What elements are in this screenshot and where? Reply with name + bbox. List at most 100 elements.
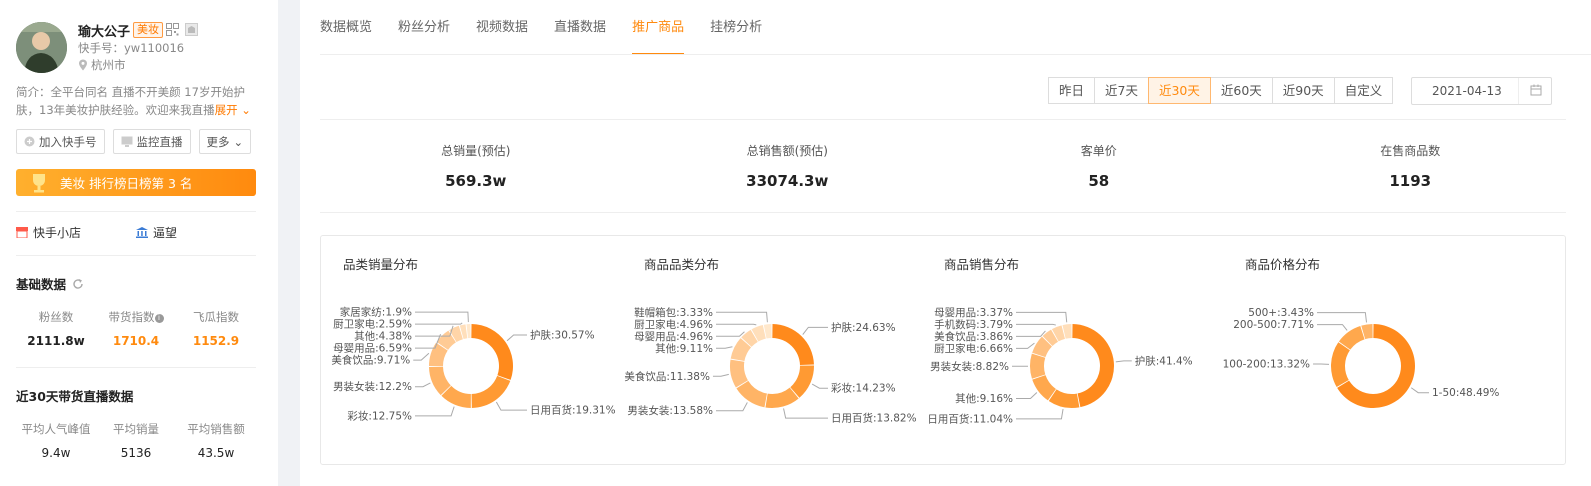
donut-slice[interactable] xyxy=(1331,342,1350,388)
main-panel: 数据概览 粉丝分析 视频数据 直播数据 推广商品 挂榜分析 昨日 近7天 近30… xyxy=(300,0,1591,486)
account-id: 快手号：yw110016 xyxy=(78,41,185,55)
slice-label: 彩妆:12.75% xyxy=(347,409,412,422)
calendar-icon xyxy=(1530,84,1542,96)
label-leader-line xyxy=(1115,360,1132,363)
stat-avg-revenue: 平均销售额 43.5w xyxy=(187,422,245,460)
range-30d[interactable]: 近30天 xyxy=(1147,77,1211,104)
label-leader-line xyxy=(1016,311,1068,323)
tab-video[interactable]: 视频数据 xyxy=(476,0,528,55)
bio-line: 肤，13年美妆护肤经验。欢迎来我直播 xyxy=(16,103,215,117)
donut-slice[interactable] xyxy=(471,324,513,380)
date-picker[interactable]: 2021-04-13 xyxy=(1411,77,1552,105)
label-leader-line xyxy=(783,408,828,419)
kpi-unit-price: 客单价 58 xyxy=(1080,144,1117,190)
label-leader-line xyxy=(1016,323,1056,326)
bio: 简介：全平台同名 直播不开美颜 17岁开始护 肤，13年美妆护肤经验。欢迎来我直… xyxy=(16,83,256,119)
slice-label: 彩妆:14.23% xyxy=(831,382,896,395)
category-tag: 美妆 xyxy=(133,22,163,38)
tab-bar: 数据概览 粉丝分析 视频数据 直播数据 推广商品 挂榜分析 xyxy=(320,0,762,55)
tab-fans[interactable]: 粉丝分析 xyxy=(398,0,450,55)
charts-card: 品类销量分布 商品品类分布 商品销售分布 商品价格分布 护肤:30.57% 日用百… xyxy=(320,235,1566,465)
avatar[interactable] xyxy=(16,22,67,73)
label-leader-line xyxy=(811,383,828,389)
label-leader-line xyxy=(1317,312,1368,323)
slice-label: 日用百货:11.04% xyxy=(927,412,1013,425)
slice-label: 母婴用品:3.37% xyxy=(934,307,1013,319)
stat-fans: 粉丝数 2111.8w xyxy=(27,310,85,348)
sidebar: 瑜大公子 美妆 快手号：yw110016 杭州市 简介：全平台同名 直播不开美颜… xyxy=(0,0,278,486)
slice-label: 日用百货:13.82% xyxy=(831,412,917,425)
label-leader-line xyxy=(716,323,757,326)
slice-label: 美食饮品:9.71% xyxy=(331,354,410,367)
stat-feigua-index: 飞瓜指数 1152.9 xyxy=(192,310,240,348)
kpi-row: 总销量(预估) 569.3w 总销售额(预估) 33074.3w 客单价 58 在售商… xyxy=(320,142,1566,190)
slice-label: 美食饮品:11.38% xyxy=(624,370,710,383)
store-link[interactable]: 逼望 xyxy=(136,224,177,241)
divider xyxy=(16,367,256,368)
label-leader-line xyxy=(415,406,455,417)
slice-label: 其他:9.11% xyxy=(655,342,713,355)
divider xyxy=(320,119,1566,120)
date-value: 2021-04-13 xyxy=(1432,84,1502,98)
tab-live[interactable]: 直播数据 xyxy=(554,0,606,55)
range-90d[interactable]: 近90天 xyxy=(1271,77,1335,104)
donut-slice[interactable] xyxy=(1072,324,1114,408)
label-leader-line xyxy=(712,373,729,377)
range-60d[interactable]: 近60天 xyxy=(1209,77,1273,104)
donut-slice[interactable] xyxy=(471,375,511,408)
label-leader-line xyxy=(415,322,463,325)
donut-slice[interactable] xyxy=(736,380,767,408)
label-leader-line xyxy=(802,326,828,335)
label-leader-line xyxy=(415,311,469,323)
label-leader-line xyxy=(413,352,430,361)
label-leader-line xyxy=(1317,324,1348,331)
slice-label: 厨卫家电:2.59% xyxy=(333,318,412,331)
slice-label: 护肤:41.4% xyxy=(1135,354,1193,367)
monitor-live-button[interactable]: 监控直播 xyxy=(112,129,191,154)
add-account-button[interactable]: 加入快手号 xyxy=(16,129,105,154)
donut-slice[interactable] xyxy=(772,324,814,366)
tab-overview[interactable]: 数据概览 xyxy=(320,0,372,55)
refresh-icon[interactable] xyxy=(72,278,84,290)
kuaishou-shop-link[interactable]: 快手小店 xyxy=(16,224,81,241)
live30-title: 近30天带货直播数据 xyxy=(16,389,134,404)
donut-slice[interactable] xyxy=(1030,353,1046,379)
donut-chart-category-sales: 护肤:30.57% 日用百货:19.31% 家居家纺:1.9%厨卫家电:2.59%其… xyxy=(331,306,615,423)
label-leader-line xyxy=(506,334,527,342)
more-dropdown[interactable]: 更多 ⌄ xyxy=(198,129,252,154)
stat-avg-sales: 平均销量 5136 xyxy=(113,422,159,460)
rank-banner[interactable]: 美妆 排行榜日榜第 3 名 xyxy=(16,169,256,196)
label-leader-line xyxy=(716,331,745,337)
donut-slice[interactable] xyxy=(466,324,471,339)
divider xyxy=(16,255,256,256)
plus-circle-icon xyxy=(24,136,35,147)
date-range-selector: 昨日 近7天 近30天 近60天 近90天 自定义 xyxy=(1048,77,1394,104)
range-custom[interactable]: 自定义 xyxy=(1333,77,1394,104)
tabs-divider xyxy=(320,54,1591,55)
slice-label: 500+:3.43% xyxy=(1248,307,1314,319)
label-leader-line xyxy=(716,311,768,323)
divider xyxy=(16,211,256,212)
bank-icon xyxy=(136,227,148,238)
tab-products[interactable]: 推广商品 xyxy=(632,0,685,55)
basic-stats: 粉丝数 2111.8w 带货指数 i 1710.4 飞瓜指数 1152.9 xyxy=(16,309,256,348)
qrcode-icon[interactable] xyxy=(166,23,179,36)
info-icon[interactable]: i xyxy=(154,314,164,323)
label-leader-line xyxy=(495,401,527,411)
range-yesterday[interactable]: 昨日 xyxy=(1048,77,1096,104)
store-badge-icon[interactable] xyxy=(185,23,198,36)
slice-label: 美食饮品:3.86% xyxy=(934,330,1013,343)
live30-stats: 平均人气峰值 9.4w 平均销量 5136 平均销售额 43.5w xyxy=(16,421,256,460)
tab-ranking[interactable]: 挂榜分析 xyxy=(710,0,762,55)
bio-expand-link[interactable]: 展开 ⌄ xyxy=(215,103,251,117)
slice-label: 鞋帽箱包:3.33% xyxy=(634,306,713,319)
slice-label: 厨卫家电:4.96% xyxy=(634,318,713,331)
label-leader-line xyxy=(1410,387,1429,394)
slice-label: 男装女装:8.82% xyxy=(930,360,1009,373)
label-leader-line xyxy=(414,382,431,388)
range-7d[interactable]: 近7天 xyxy=(1094,77,1149,104)
kpi-total-sales: 总销量(预估) 569.3w xyxy=(441,144,511,190)
label-leader-line xyxy=(716,402,748,412)
kpi-total-revenue: 总销售额(预估) 33074.3w xyxy=(746,144,829,190)
label-leader-line xyxy=(1016,392,1038,399)
